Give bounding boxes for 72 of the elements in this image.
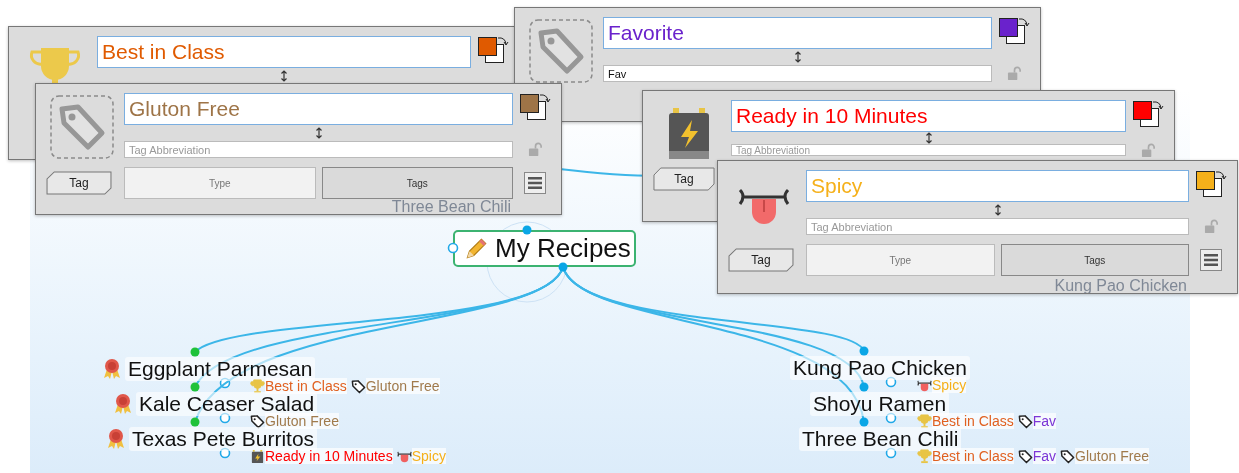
connector-dot[interactable] <box>859 346 869 356</box>
connector-handle[interactable] <box>885 412 897 424</box>
resize-handle-icon[interactable] <box>280 70 288 82</box>
connector-handle[interactable] <box>219 412 231 424</box>
tag-label: Ready in 10 Minutes <box>265 448 393 464</box>
menu-icon[interactable] <box>524 172 546 194</box>
topic-label[interactable]: Eggplant Parmesan <box>125 357 316 381</box>
faded-topic-label: Three Bean Chili <box>391 199 511 214</box>
connector-dot[interactable] <box>859 382 869 392</box>
tag-label: Spicy <box>411 448 446 464</box>
connector-dot[interactable] <box>522 225 532 235</box>
color-swatch-icon[interactable] <box>1132 100 1164 128</box>
tag-kind-button[interactable]: Tag <box>653 166 715 191</box>
color-swatch-icon[interactable] <box>477 36 509 64</box>
abbreviation-field[interactable]: Fav <box>603 65 992 82</box>
menu-icon[interactable] <box>1200 249 1222 271</box>
unlocked-padlock-icon[interactable] <box>1203 219 1219 234</box>
topic-label[interactable]: Kung Pao Chicken <box>790 356 970 380</box>
tags-button[interactable]: Tags <box>321 167 513 199</box>
root-topic[interactable]: My Recipes <box>453 230 636 267</box>
ribbon-icon <box>102 358 122 380</box>
connector-handle[interactable] <box>447 242 459 254</box>
type-button[interactable]: Type <box>806 244 995 276</box>
tag-name-field[interactable]: Ready in 10 Minutes <box>731 100 1126 132</box>
tag-kind-button[interactable]: Tag <box>46 171 112 195</box>
unlocked-padlock-icon[interactable] <box>527 142 543 157</box>
trophy-icon <box>917 413 932 429</box>
connector-handle[interactable] <box>885 447 897 459</box>
trophy-icon <box>250 378 265 394</box>
resize-handle-icon[interactable] <box>924 132 933 144</box>
unlocked-padlock-icon[interactable] <box>1140 142 1156 158</box>
tag-name-field[interactable]: Favorite <box>603 17 992 49</box>
tag-name-field[interactable]: Best in Class <box>97 36 471 68</box>
topic-label[interactable]: Three Bean Chili <box>799 427 962 451</box>
tag-label: Fav <box>1032 448 1057 464</box>
tag-label: Fav <box>1032 413 1057 429</box>
tag-icon <box>250 413 265 429</box>
tag-name-field[interactable]: Gluton Free <box>124 93 513 125</box>
unlocked-padlock-icon[interactable] <box>1006 66 1022 81</box>
tag-label: Best in Class <box>265 378 347 394</box>
tag-icon <box>1060 448 1076 464</box>
connector-dot[interactable] <box>859 417 869 427</box>
topic-label[interactable]: Shoyu Ramen <box>810 392 950 416</box>
tag-label: Best in Class <box>932 448 1014 464</box>
connector-handle[interactable] <box>219 377 231 389</box>
tag-label: Spicy <box>932 377 967 393</box>
resize-handle-icon[interactable] <box>793 51 802 63</box>
tag-kind-button[interactable]: Tag <box>728 248 794 272</box>
ribbon-icon <box>113 393 133 415</box>
trophy-icon <box>917 448 932 464</box>
tag-placeholder-icon <box>50 95 114 159</box>
color-swatch-icon[interactable] <box>1195 170 1227 198</box>
ribbon-icon <box>106 428 126 450</box>
battery-icon <box>250 448 265 464</box>
resize-handle-icon[interactable] <box>314 127 323 139</box>
tags-button[interactable]: Tags <box>1000 244 1189 276</box>
pencil-icon <box>463 235 489 262</box>
connector-dot[interactable] <box>558 262 568 272</box>
type-button[interactable]: Type <box>124 167 316 199</box>
connector-dot[interactable] <box>190 382 200 392</box>
resize-handle-icon[interactable] <box>993 204 1002 216</box>
connector-dot[interactable] <box>190 417 200 427</box>
tag-icon <box>350 378 366 394</box>
tag-icon <box>1017 448 1033 464</box>
tag-icon <box>1017 413 1033 429</box>
color-swatch-icon[interactable] <box>519 93 551 121</box>
color-swatch-icon[interactable] <box>998 17 1030 45</box>
connector-handle[interactable] <box>219 447 231 459</box>
connector-dot[interactable] <box>190 347 200 357</box>
connector-handle[interactable] <box>885 376 897 388</box>
tag-label: Best in Class <box>932 413 1014 429</box>
root-label: My Recipes <box>495 233 631 264</box>
